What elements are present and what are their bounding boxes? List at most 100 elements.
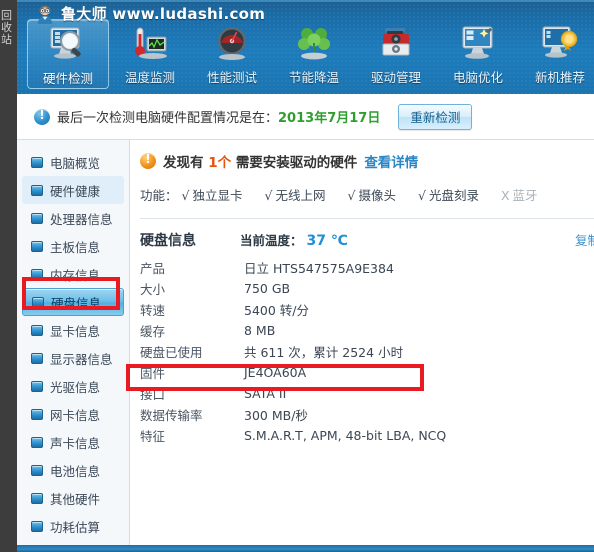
table-row: 产品 日立 HTS547575A9E384: [140, 257, 594, 278]
sidebar-item-label: 处理器信息: [50, 211, 113, 227]
section-title: 硬盘信息: [140, 233, 196, 249]
rescan-button[interactable]: 重新检测: [398, 103, 473, 130]
table-row: 固件 JE4OA60A: [140, 362, 594, 383]
copy-link[interactable]: 复制: [575, 230, 594, 249]
driver-notice-text: 发现有 1个 需要安装驱动的硬件: [163, 151, 357, 171]
monitor-square-icon: [31, 268, 43, 280]
sidebar-item-power-estimate[interactable]: 功耗估算: [22, 512, 124, 540]
sidebar-item-label: 功耗估算: [50, 519, 101, 535]
spec-key: 硬盘已使用: [140, 345, 203, 360]
temperature-label: 当前温度：: [240, 233, 303, 248]
driver-notice-prefix: 发现有: [163, 155, 204, 171]
toolbar-label: 硬件检测: [42, 71, 93, 86]
warning-exclamation-icon: [140, 152, 156, 169]
feature-discrete-gpu: √ 独立显卡: [182, 185, 243, 204]
sidebar-item-sound-card[interactable]: 声卡信息: [22, 428, 124, 456]
sidebar-item-disk[interactable]: 硬盘信息: [22, 288, 124, 316]
sidebar-item-hardware-health[interactable]: 硬件健康: [22, 176, 124, 204]
main-toolbar: 硬件检测 温度监测 性能测试 节能降温 驱动管理 电脑优化 新机推荐: [27, 19, 594, 89]
sidebar-item-label: 声卡信息: [50, 435, 101, 451]
brand-title: 鲁大师 www.ludashi.com: [61, 5, 266, 23]
app-header: 鲁大师 www.ludashi.com 硬件检测 温度监测 性能测试 节能降温 …: [17, 0, 594, 94]
last-scan-text: 最后一次检测电脑硬件配置情况是在：2013年7月17日: [57, 107, 380, 126]
feature-row: 功能： √ 独立显卡 √ 无线上网 √ 摄像头 √ 光盘刻录 X 蓝牙: [140, 185, 594, 204]
ludashi-window: 回收站 鲁大师 www.ludashi.com 硬件检测 温度监测 性能测试 节…: [0, 0, 594, 552]
feature-camera: √ 摄像头: [347, 185, 395, 204]
sidebar-item-label: 电脑概览: [50, 155, 101, 171]
sidebar-item-label: 电池信息: [50, 463, 101, 479]
toolbar-item-driver-manage[interactable]: 驱动管理: [355, 19, 437, 89]
spec-key: 接口: [140, 387, 166, 402]
spec-value: SATA II: [244, 386, 287, 401]
monitor-square-icon: [31, 436, 43, 448]
spec-value: 5400 转/分: [244, 303, 309, 318]
speedometer-icon: [209, 23, 255, 65]
feature-row-label: 功能：: [140, 188, 178, 203]
toolbar-item-temperature[interactable]: 温度监测: [109, 19, 191, 89]
toolbar-item-hardware-detect[interactable]: 硬件检测: [27, 19, 109, 89]
check-mark-icon: √: [417, 188, 426, 203]
spec-value: JE4OA60A: [244, 365, 307, 380]
sidebar-item-other-hardware[interactable]: 其他硬件: [22, 484, 124, 512]
monitor-magnifier-icon: [45, 24, 91, 66]
spec-value: 日立 HTS547575A9E384: [244, 261, 394, 276]
spec-key: 转速: [140, 303, 166, 318]
table-row: 接口 SATA II: [140, 383, 594, 404]
last-scan-date: 2013年7月17日: [278, 111, 381, 126]
toolbar-item-optimize[interactable]: 电脑优化: [437, 19, 519, 89]
desktop-edge-strip: 回收站: [0, 0, 17, 552]
toolbar-label: 电脑优化: [452, 70, 503, 85]
mascot-avatar-icon: [35, 4, 55, 24]
sidebar-item-battery[interactable]: 电池信息: [22, 456, 124, 484]
disk-spec-table: 产品 日立 HTS547575A9E384 大小 750 GB 转速 5400 …: [140, 257, 594, 446]
toolbar-item-benchmark[interactable]: 性能测试: [191, 19, 273, 89]
view-details-link[interactable]: 查看详情: [364, 151, 418, 171]
spec-key: 缓存: [140, 324, 166, 339]
sidebar-item-label: 显示器信息: [50, 351, 113, 367]
sidebar-item-overview[interactable]: 电脑概览: [22, 148, 124, 176]
toolbar-item-new-pc[interactable]: 新机推荐: [519, 19, 594, 89]
sidebar-item-motherboard[interactable]: 主板信息: [22, 232, 124, 260]
driver-notice-count: 1个: [208, 155, 232, 171]
sidebar-item-label: 其他硬件: [50, 491, 101, 507]
spec-value: 750 GB: [244, 281, 291, 296]
table-row: 转速 5400 转/分: [140, 299, 594, 320]
check-mark-icon: √: [181, 188, 190, 203]
green-clover-icon: [291, 23, 337, 65]
body: 电脑概览 硬件健康 处理器信息 主板信息 内存信息 硬盘信息 显卡信息 显示器信…: [17, 140, 594, 545]
feature-disc-burn: √ 光盘刻录: [418, 185, 479, 204]
sidebar: 电脑概览 硬件健康 处理器信息 主板信息 内存信息 硬盘信息 显卡信息 显示器信…: [17, 140, 130, 545]
spec-key: 数据传输率: [140, 408, 203, 423]
sidebar-item-display[interactable]: 显示器信息: [22, 344, 124, 372]
table-row: 大小 750 GB: [140, 278, 594, 299]
desktop-icon-label: 回收站: [1, 10, 12, 46]
table-row: 特征 S.M.A.R.T, APM, 48-bit LBA, NCQ: [140, 425, 594, 446]
content-panel: 发现有 1个 需要安装驱动的硬件 查看详情 功能： √独立显卡 √无线上网 √摄…: [130, 140, 594, 545]
thermometer-chart-icon: [127, 23, 173, 65]
sidebar-item-graphics[interactable]: 显卡信息: [22, 316, 124, 344]
spec-value: 共 611 次，累计 2524 小时: [244, 345, 404, 360]
temperature-value: 37 ℃: [306, 233, 348, 249]
monitor-square-icon: [31, 352, 43, 364]
sidebar-item-label: 显卡信息: [50, 323, 101, 339]
spec-key: 固件: [140, 366, 166, 381]
sidebar-item-memory[interactable]: 内存信息: [22, 260, 124, 288]
sidebar-item-label: 硬盘信息: [51, 295, 102, 311]
divider: [140, 218, 594, 219]
sidebar-item-cpu[interactable]: 处理器信息: [22, 204, 124, 232]
last-scan-prefix: 最后一次检测电脑硬件配置情况是在：: [57, 111, 279, 126]
sidebar-item-optical-drive[interactable]: 光驱信息: [22, 372, 124, 400]
feature-wireless: √ 无线上网: [265, 185, 326, 204]
info-exclamation-icon: [34, 108, 50, 125]
spec-value: 300 MB/秒: [244, 408, 308, 423]
monitor-square-icon: [31, 520, 43, 532]
feature-label: 摄像头: [358, 188, 396, 203]
brand: 鲁大师 www.ludashi.com: [35, 3, 265, 24]
feature-bluetooth: X 蓝牙: [501, 185, 538, 204]
driver-notice: 发现有 1个 需要安装驱动的硬件 查看详情: [140, 151, 594, 171]
feature-label: 无线上网: [275, 188, 326, 203]
cross-mark-icon: X: [500, 188, 510, 203]
toolbar-item-power-save[interactable]: 节能降温: [273, 19, 355, 89]
monitor-wand-icon: [455, 23, 501, 65]
sidebar-item-network-card[interactable]: 网卡信息: [22, 400, 124, 428]
